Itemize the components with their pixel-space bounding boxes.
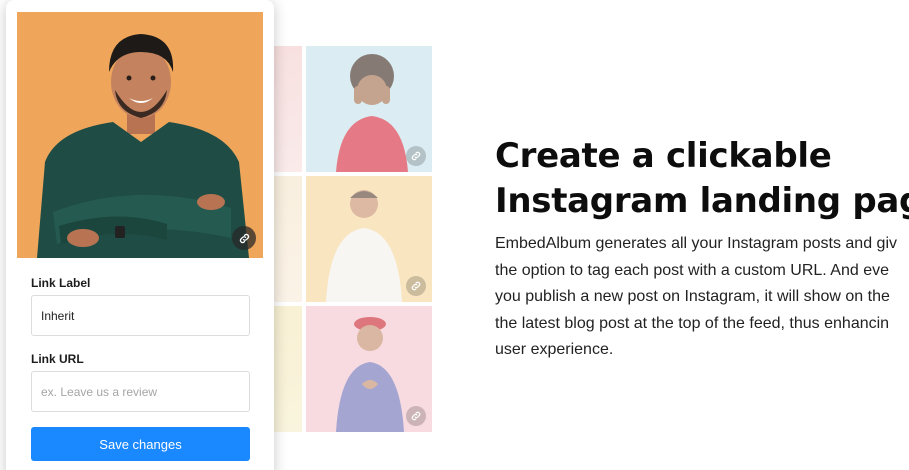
description-text: EmbedAlbum generates all your Instagram …	[495, 231, 909, 364]
link-editor-card: Link Label Link URL Save changes	[6, 0, 274, 470]
headline-line: Create a clickable	[495, 136, 832, 176]
link-icon	[406, 276, 426, 296]
description-line: EmbedAlbum generates all your Instagram …	[495, 235, 897, 252]
description-line: user experience.	[495, 341, 614, 358]
description-line: the latest blog post at the top of the f…	[495, 314, 890, 332]
link-label-heading: Link Label	[31, 276, 91, 290]
link-icon[interactable]	[232, 226, 256, 250]
link-icon	[406, 146, 426, 166]
link-url-input[interactable]	[31, 371, 250, 412]
save-changes-button[interactable]: Save changes	[31, 427, 250, 461]
link-icon	[406, 406, 426, 426]
description-line: you publish a new post on Instagram, it …	[495, 288, 890, 305]
page-title: Create a clickable Instagram landing pag…	[495, 134, 909, 224]
grid-photo-man-white-sweater[interactable]	[306, 176, 432, 302]
headline-line: Instagram landing page	[495, 181, 909, 221]
grid-photo-woman-red-sweater[interactable]	[306, 46, 432, 172]
link-label-input[interactable]	[31, 295, 250, 336]
description-line: the option to tag each post with a custo…	[495, 261, 890, 279]
link-url-heading: Link URL	[31, 352, 84, 366]
grid-photo-woman-heart-hands[interactable]	[306, 306, 432, 432]
selected-post-photo	[17, 12, 263, 258]
